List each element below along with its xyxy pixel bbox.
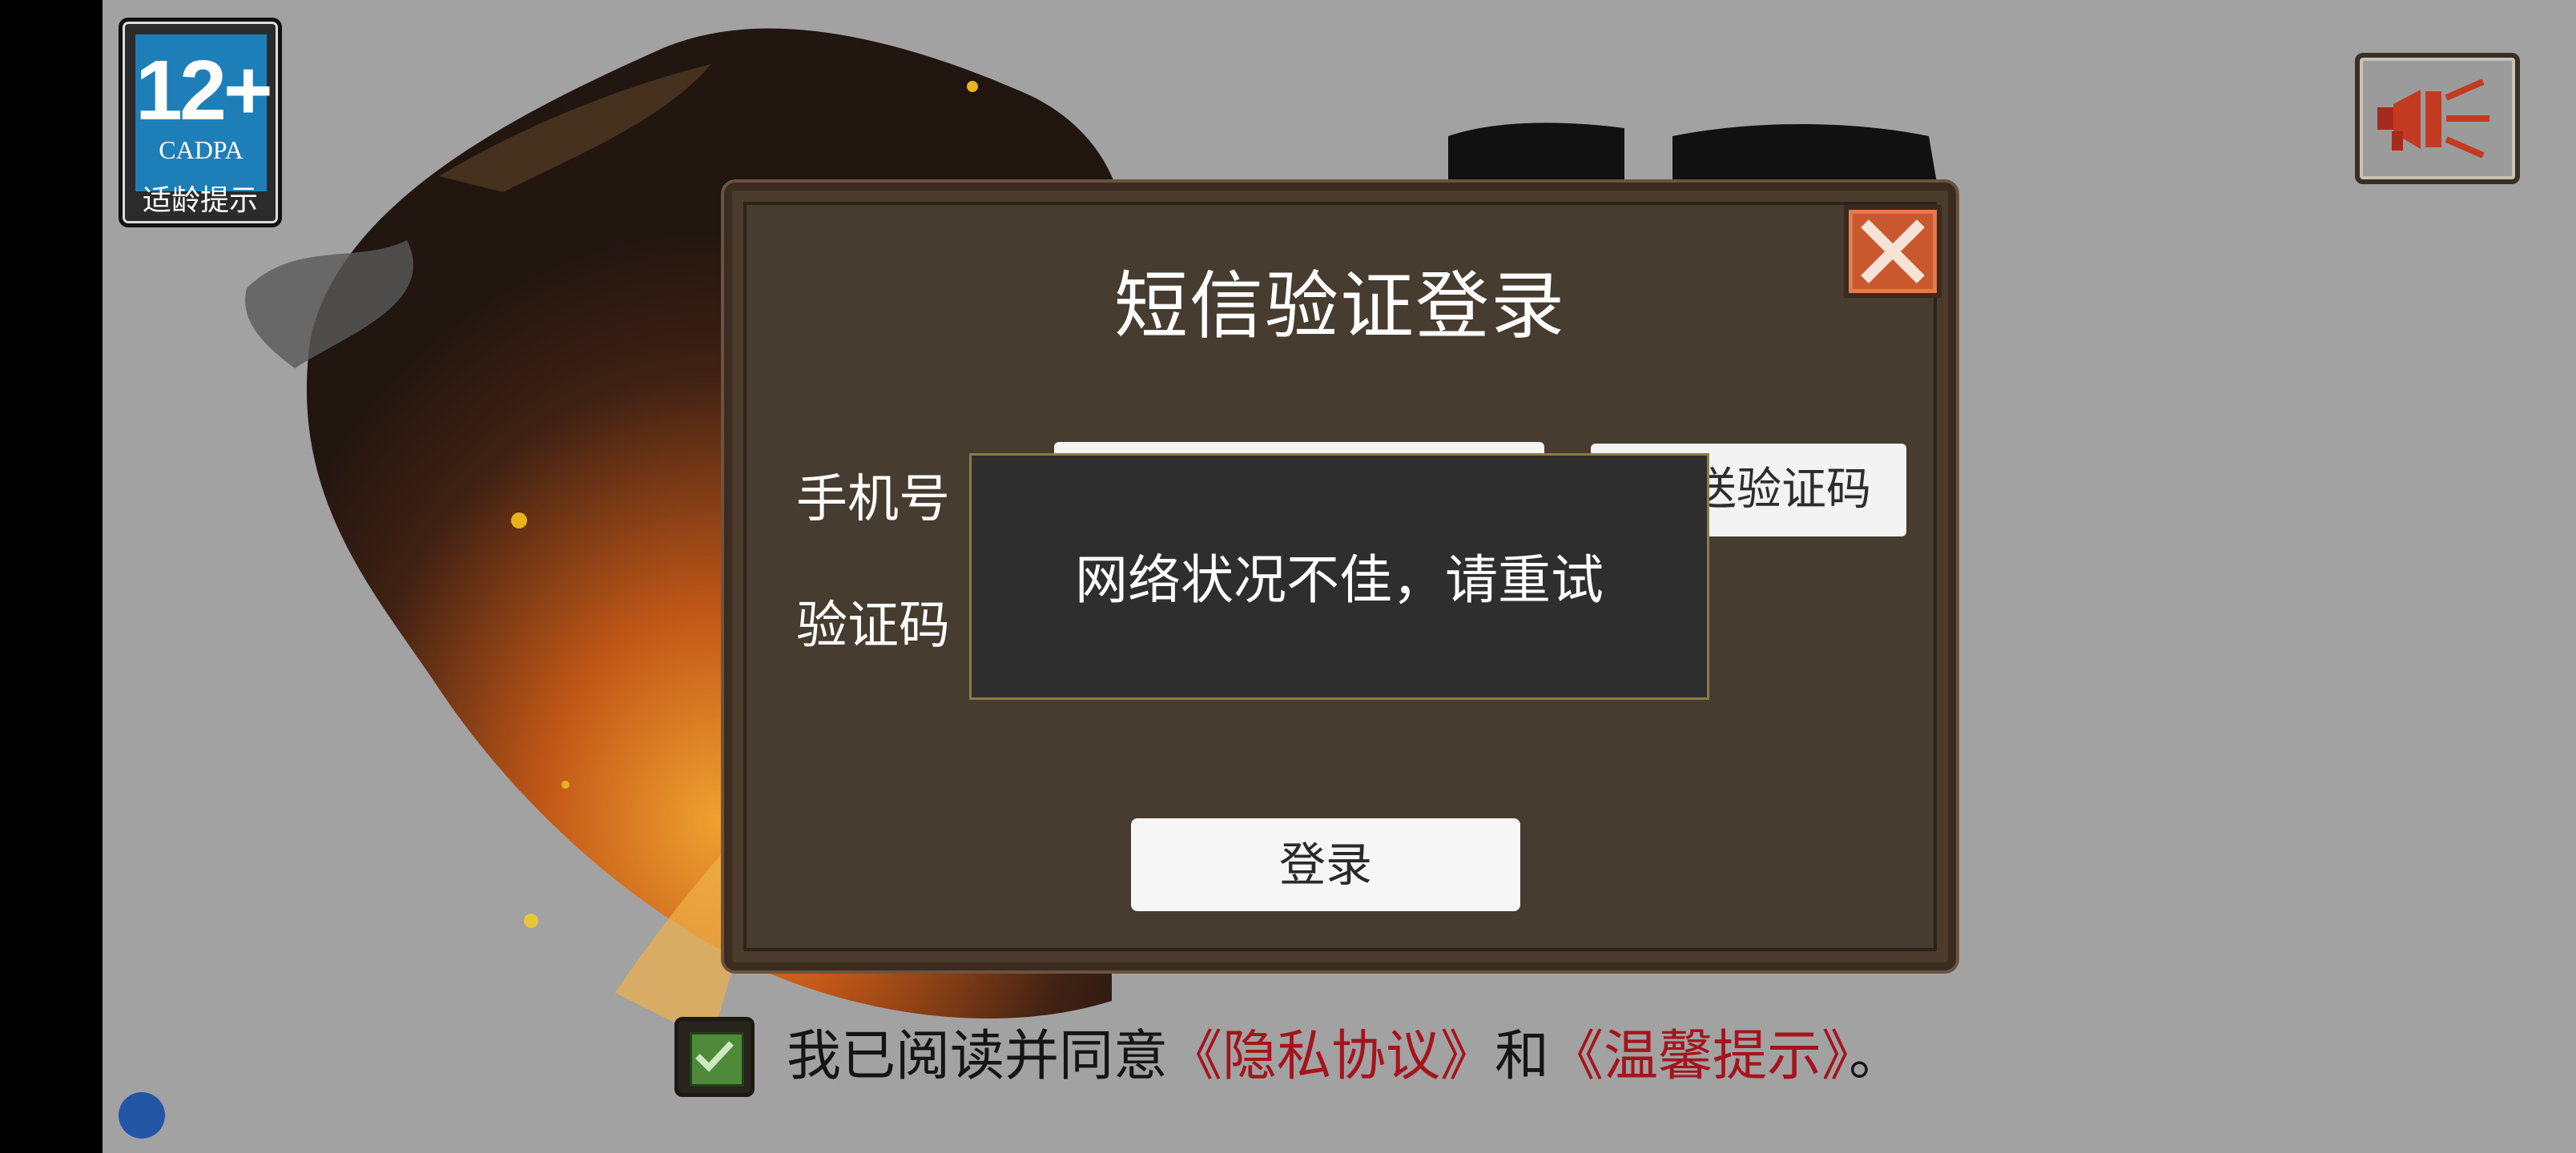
close-icon: [1861, 219, 1925, 283]
agreement-checkbox[interactable]: [674, 1017, 755, 1097]
agreement-text: 我已阅读并同意《隐私协议》和《温馨提示》。: [787, 1017, 1903, 1097]
network-error-toast: 网络状况不佳，请重试: [969, 453, 1709, 700]
code-label: 验证码: [796, 597, 950, 656]
age-rating-number: 12+: [135, 43, 273, 138]
age-rating-badge: 12+ CADPA 适龄提示: [119, 18, 282, 227]
privacy-policy-link[interactable]: 《隐私协议》: [1168, 1025, 1495, 1088]
tips-link[interactable]: 《温馨提示》: [1549, 1025, 1849, 1088]
login-button[interactable]: 登录: [1131, 818, 1520, 911]
agreement-suffix: 。: [1849, 1025, 1904, 1088]
speaker-mute-icon: [2377, 78, 2489, 159]
left-black-bar: [0, 0, 103, 1153]
checkmark-icon: [695, 1041, 734, 1072]
phone-label: 手机号: [796, 470, 950, 529]
toast-message: 网络状况不佳，请重试: [1075, 549, 1604, 611]
dialog-title: 短信验证登录: [1113, 263, 1566, 349]
floating-assistant-dot[interactable]: [119, 1092, 165, 1139]
agreement-prefix: 我已阅读并同意: [787, 1025, 1169, 1088]
age-rating-org: CADPA: [159, 135, 244, 164]
close-button[interactable]: [1844, 205, 1942, 298]
age-rating-panel: 12+ CADPA: [135, 34, 273, 191]
agreement-and: 和: [1495, 1025, 1550, 1088]
sound-toggle-button[interactable]: [2355, 53, 2520, 184]
age-rating-tip: 适龄提示: [142, 184, 258, 217]
